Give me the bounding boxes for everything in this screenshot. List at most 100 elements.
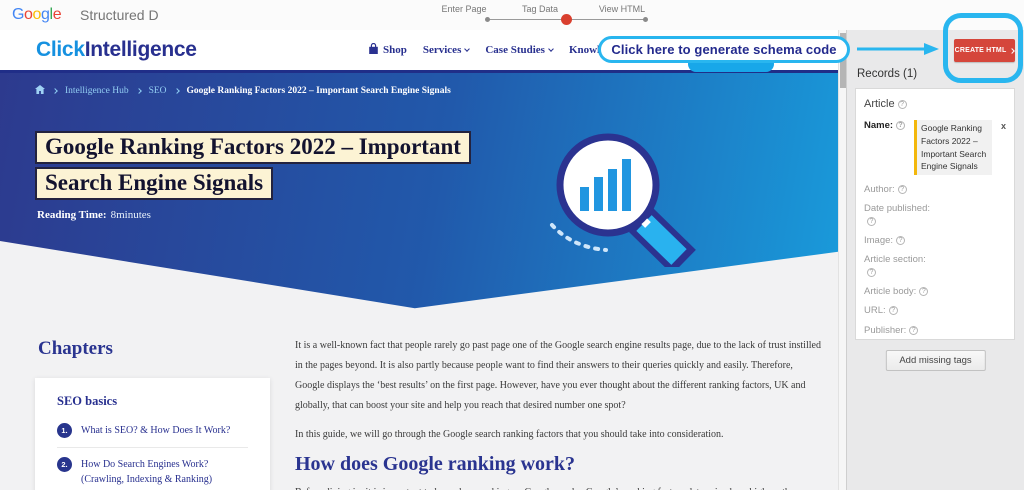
google-logo-letter: e	[53, 6, 62, 23]
chapter-number-badge: 2.	[57, 457, 72, 472]
progress-stepper: Enter Page Tag Data View HTML	[440, 2, 654, 28]
help-icon[interactable]	[867, 217, 876, 226]
page-scrollbar[interactable]	[838, 30, 846, 490]
add-missing-tags-button[interactable]: Add missing tags	[885, 350, 985, 371]
help-icon[interactable]	[898, 100, 907, 109]
page-title-line1-highlighted[interactable]: Google Ranking Factors 2022 – Important	[35, 131, 471, 164]
google-logo-letter: g	[41, 6, 50, 23]
chapter-item-2[interactable]: 2. How Do Search Engines Work? (Crawling…	[57, 457, 248, 487]
nav-item-shop[interactable]: Shop	[368, 43, 407, 58]
field-image: Image:	[864, 235, 1006, 247]
article-paragraph: It is a well-known fact that people rare…	[295, 336, 821, 416]
chevron-down-icon	[465, 46, 471, 52]
chapter-link[interactable]: What is SEO? & How Does It Work?	[81, 423, 230, 438]
product-name: Structured D	[80, 7, 159, 23]
logo-part-intelligence: Intelligence	[85, 38, 197, 61]
annotation-callout: Click here to generate schema code	[598, 36, 850, 63]
chevron-right-icon	[1010, 48, 1016, 54]
chapters-heading: Chapters	[38, 338, 113, 360]
breadcrumb: Intelligence Hub SEO Google Ranking Fact…	[35, 85, 451, 97]
name-label-text: Name:	[864, 120, 893, 131]
hero-banner: Intelligence Hub SEO Google Ranking Fact…	[0, 73, 838, 313]
field-label: Date published:	[864, 203, 1006, 215]
field-label: Image:	[864, 235, 893, 246]
toolbar: Google Structured D Enter Page Tag Data …	[0, 0, 1024, 30]
page-title[interactable]: Google Ranking Factors 2022 – Important …	[35, 131, 471, 203]
my-data-items-panel: Records (1) Article Name: Google Ranking…	[846, 30, 1024, 490]
nav-item-case-studies[interactable]: Case Studies	[485, 44, 553, 56]
magnifier-chart-illustration	[538, 125, 710, 272]
article-section-heading: How does Google ranking work?	[295, 454, 821, 474]
step-view-html[interactable]: View HTML	[599, 4, 645, 14]
chapter-link[interactable]: How Do Search Engines Work? (Crawling, I…	[81, 457, 248, 487]
page-title-line2-highlighted[interactable]: Search Engine Signals	[35, 167, 273, 200]
article-body: It is a well-known fact that people rare…	[295, 336, 821, 490]
create-html-button[interactable]: CREATE HTML	[954, 39, 1015, 62]
field-label: Article body:	[864, 286, 916, 297]
nav-item-services[interactable]: Services	[423, 44, 469, 56]
help-icon[interactable]	[919, 287, 928, 296]
tagged-page-frame: ClickIntelligence Shop Services Case Stu…	[0, 30, 846, 490]
annotation-arrow-icon	[853, 41, 941, 62]
logo-part-click: Click	[36, 38, 85, 61]
record-type-label: Article	[864, 98, 1006, 110]
chapters-card-title: SEO basics	[57, 394, 248, 409]
step-tag-data[interactable]: Tag Data	[522, 4, 558, 14]
name-tagged-value[interactable]: Google Ranking Factors 2022 – Important …	[914, 120, 992, 175]
field-author: Author:	[864, 184, 1006, 196]
field-date-published: Date published:	[864, 203, 1006, 228]
chapter-number-badge: 1.	[57, 423, 72, 438]
name-field-row: Name: Google Ranking Factors 2022 – Impo…	[864, 120, 1006, 175]
article-paragraph: In this guide, we will go through the Go…	[295, 425, 821, 445]
google-logo-letter: o	[24, 6, 33, 23]
nav-label: Shop	[383, 44, 407, 56]
help-icon[interactable]	[896, 121, 905, 130]
breadcrumb-current-page: Google Ranking Factors 2022 – Important …	[187, 86, 451, 96]
step-enter-page[interactable]: Enter Page	[441, 4, 486, 14]
google-logo: Google	[12, 6, 61, 24]
remove-tag-button[interactable]: x	[1001, 121, 1006, 131]
help-icon[interactable]	[889, 306, 898, 315]
records-count-label: Records (1)	[857, 68, 917, 80]
field-publisher: Publisher:	[864, 325, 1006, 337]
field-label: Author:	[864, 184, 895, 195]
nav-label: Services	[423, 44, 461, 56]
field-label: Article section:	[864, 254, 1006, 266]
breadcrumb-separator-icon	[174, 88, 180, 94]
help-icon[interactable]	[909, 326, 918, 335]
nav-label: Case Studies	[485, 44, 545, 56]
field-label: URL:	[864, 305, 886, 316]
step-dot-view-html	[643, 17, 648, 22]
chevron-down-icon	[548, 46, 554, 52]
help-icon[interactable]	[898, 185, 907, 194]
google-logo-letter: G	[12, 6, 24, 23]
home-icon[interactable]	[35, 85, 45, 97]
chapters-card: SEO basics 1. What is SEO? & How Does It…	[35, 378, 270, 490]
click-intelligence-logo[interactable]: ClickIntelligence	[36, 38, 197, 62]
breadcrumb-intelligence-hub[interactable]: Intelligence Hub	[65, 86, 129, 96]
reading-time-value: 8minutes	[111, 209, 151, 221]
structured-data-markup-helper: Google Structured D Enter Page Tag Data …	[0, 0, 1024, 490]
divider	[57, 447, 248, 448]
field-label: Publisher:	[864, 325, 906, 336]
google-logo-letter: o	[33, 6, 42, 23]
breadcrumb-separator-icon	[136, 88, 142, 94]
shopping-bag-icon	[368, 43, 379, 58]
breadcrumb-separator-icon	[52, 88, 58, 94]
article-record-card: Article Name: Google Ranking Factors 202…	[855, 88, 1015, 340]
help-icon[interactable]	[896, 236, 905, 245]
create-html-label: CREATE HTML	[955, 47, 1007, 54]
step-dot-enter-page	[485, 17, 490, 22]
field-url: URL:	[864, 305, 1006, 317]
step-dot-tag-data-active	[561, 14, 572, 25]
help-icon[interactable]	[867, 268, 876, 277]
name-field-label: Name:	[864, 120, 914, 175]
record-type-text: Article	[864, 98, 895, 110]
chapter-item-1[interactable]: 1. What is SEO? & How Does It Work?	[57, 423, 248, 438]
field-article-body: Article body:	[864, 286, 1006, 298]
reading-time: Reading Time: 8minutes	[37, 209, 151, 221]
article-paragraph: Before diving in, it is important to kno…	[295, 483, 821, 490]
reading-time-label: Reading Time:	[37, 209, 107, 221]
field-article-section: Article section:	[864, 254, 1006, 279]
breadcrumb-seo[interactable]: SEO	[149, 86, 167, 96]
